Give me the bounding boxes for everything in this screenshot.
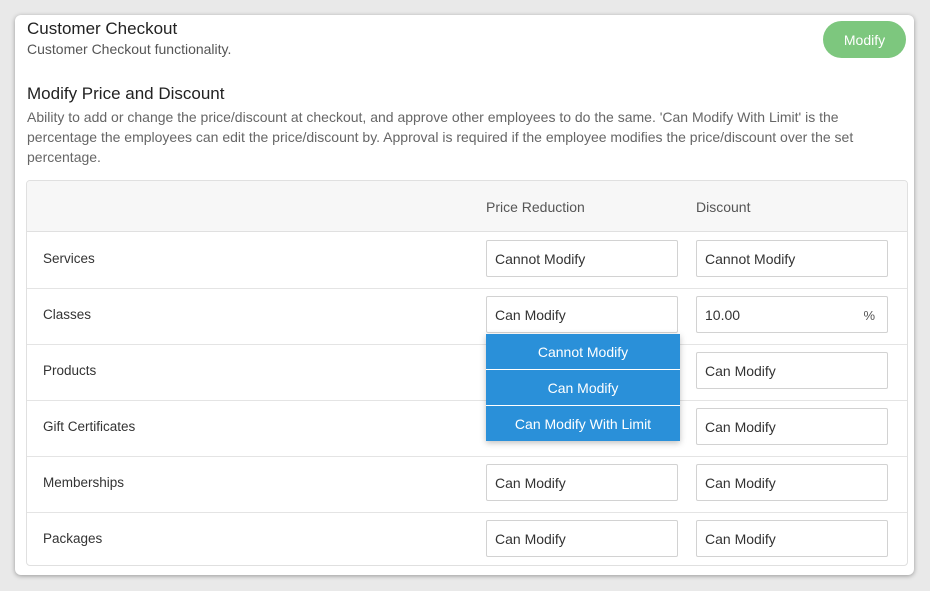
column-header-price-reduction: Price Reduction xyxy=(486,199,585,215)
permissions-table: Price Reduction Discount Services Cannot… xyxy=(26,180,908,566)
discount-select[interactable]: Cannot Modify xyxy=(696,240,888,277)
table-row: Products Can Modify xyxy=(27,344,907,401)
section-subtitle: Customer Checkout functionality. xyxy=(27,41,232,57)
table-row: Services Cannot Modify Cannot Modify xyxy=(27,232,907,289)
dropdown-option-cannot-modify[interactable]: Cannot Modify xyxy=(486,334,680,370)
customer-checkout-card: Customer Checkout Customer Checkout func… xyxy=(15,15,914,575)
price-reduction-select[interactable]: Can Modify xyxy=(486,520,678,557)
row-label-classes: Classes xyxy=(43,307,92,322)
row-label-memberships: Memberships xyxy=(43,475,125,490)
table-row: Memberships Can Modify Can Modify xyxy=(27,456,907,513)
table-header: Price Reduction Discount xyxy=(27,181,907,232)
table-row: Gift Certificates Can Modify xyxy=(27,400,907,457)
dropdown-option-can-modify-with-limit[interactable]: Can Modify With Limit xyxy=(486,406,680,441)
price-reduction-dropdown-menu: Cannot Modify Can Modify Can Modify With… xyxy=(486,334,680,441)
discount-select[interactable]: Can Modify xyxy=(696,408,888,445)
discount-value: 10.00 xyxy=(705,306,741,323)
discount-select[interactable]: Can Modify xyxy=(696,352,888,389)
row-label-gift-certificates: Gift Certificates xyxy=(43,419,136,434)
table-row: Classes Can Modify 10.00 % xyxy=(27,288,907,345)
discount-select[interactable]: Can Modify xyxy=(696,464,888,501)
dropdown-option-can-modify[interactable]: Can Modify xyxy=(486,370,680,406)
row-label-packages: Packages xyxy=(43,531,103,546)
table-row: Packages Can Modify Can Modify xyxy=(27,512,907,565)
price-reduction-select[interactable]: Can Modify xyxy=(486,464,678,501)
column-header-discount: Discount xyxy=(696,199,751,215)
percent-unit: % xyxy=(863,308,875,323)
subsection-title: Modify Price and Discount xyxy=(27,84,225,103)
discount-percent-input[interactable]: 10.00 % xyxy=(696,296,888,333)
price-reduction-select[interactable]: Cannot Modify xyxy=(486,240,678,277)
subsection-description: Ability to add or change the price/disco… xyxy=(27,109,854,165)
row-label-products: Products xyxy=(43,363,97,378)
modify-button[interactable]: Modify xyxy=(823,21,906,58)
row-label-services: Services xyxy=(43,251,95,266)
discount-select[interactable]: Can Modify xyxy=(696,520,888,557)
price-reduction-select[interactable]: Can Modify xyxy=(486,296,678,333)
section-title: Customer Checkout xyxy=(27,19,178,38)
